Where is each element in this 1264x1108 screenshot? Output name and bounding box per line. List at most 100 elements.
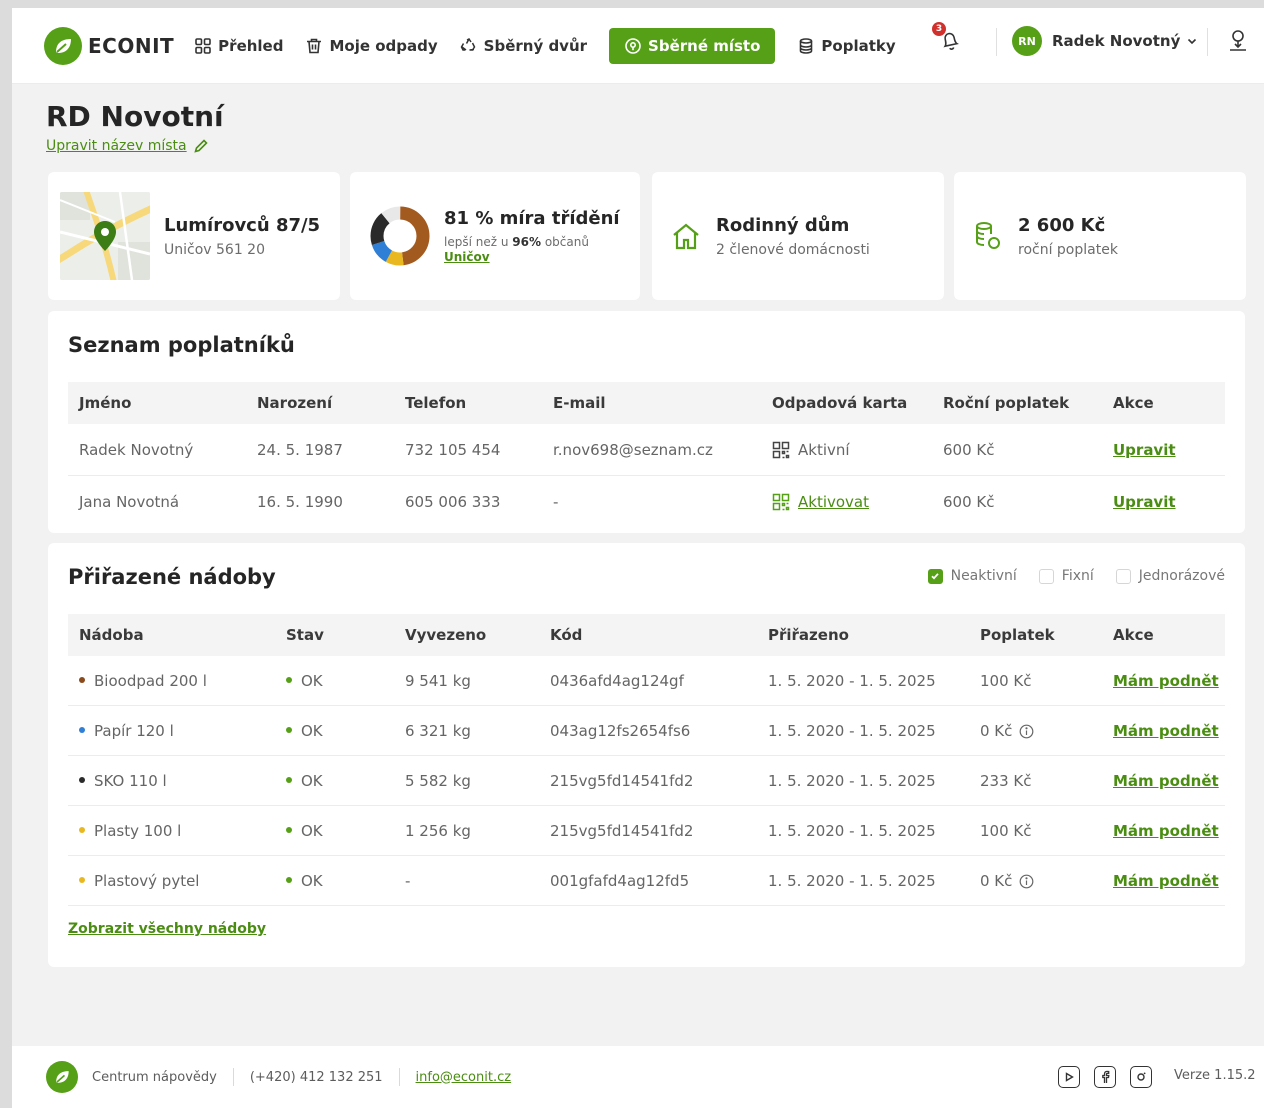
container-fee: 233 Kč xyxy=(980,756,1031,806)
container-name: Bioodpad 200 l xyxy=(79,656,207,706)
report-issue-link[interactable]: Mám podnět xyxy=(1113,856,1219,906)
notifications-button[interactable]: 3 xyxy=(932,22,964,54)
help-center-link[interactable]: Centrum nápovědy xyxy=(92,1070,217,1085)
report-issue-link[interactable]: Mám podnět xyxy=(1113,706,1219,756)
page-title: RD Novotní xyxy=(46,100,224,133)
containers-table-header: Nádoba Stav Vyvezeno Kód Přiřazeno Popla… xyxy=(68,614,1225,656)
avatar: RN xyxy=(1012,26,1042,56)
info-icon[interactable] xyxy=(1019,874,1034,889)
user-menu[interactable]: RN Radek Novotný xyxy=(1012,26,1198,56)
header-divider xyxy=(996,28,997,56)
container-weight: 6 321 kg xyxy=(405,722,471,740)
activate-card-link[interactable]: Aktivovat xyxy=(772,476,869,528)
checkbox-unchecked[interactable] xyxy=(1038,568,1054,584)
payer-birth: 24. 5. 1987 xyxy=(257,441,343,459)
table-row: Plasty 100 l OK 1 256 kg 215vg5fd14541fd2 1.… xyxy=(68,806,1225,856)
container-status: OK xyxy=(286,706,323,756)
show-all-containers-link[interactable]: Zobrazit všechny nádoby xyxy=(68,921,266,937)
grid-icon xyxy=(195,37,211,54)
rename-place-label: Upravit název místa xyxy=(46,138,187,154)
trash-icon xyxy=(307,38,322,53)
column-header: Vyvezeno xyxy=(405,626,487,644)
container-code: 215vg5fd14541fd2 xyxy=(550,822,694,840)
nav-label: Sběrný dvůr xyxy=(483,36,588,55)
payer-email: r.nov698@seznam.cz xyxy=(553,441,713,459)
fee-value: 0 Kč xyxy=(980,872,1013,890)
info-icon[interactable] xyxy=(1019,724,1034,739)
column-header: Přiřazeno xyxy=(768,626,849,644)
nav-item-my-waste[interactable]: Moje odpady xyxy=(305,28,438,64)
checkbox-checked[interactable] xyxy=(927,568,943,584)
container-name: SKO 110 l xyxy=(79,756,167,806)
house-card: Rodinný dům 2 členové domácnosti xyxy=(652,172,944,300)
table-row: Papír 120 l OK 6 321 kg 043ag12fs2654fs6 1. … xyxy=(68,706,1225,756)
address-title: Lumírovců 87/5 xyxy=(164,214,321,236)
filter-one-time[interactable]: Jednorázové xyxy=(1115,568,1225,584)
container-weight: 5 582 kg xyxy=(405,772,471,790)
payer-name: Jana Novotná xyxy=(79,493,180,511)
qr-code-icon xyxy=(772,441,790,459)
city-link[interactable]: Uničov xyxy=(444,250,620,264)
nav-item-collection-yard[interactable]: Sběrný dvůr xyxy=(460,28,587,64)
brand-logo[interactable]: ECONIT xyxy=(44,26,174,65)
facebook-icon[interactable] xyxy=(1094,1066,1116,1088)
status-label: OK xyxy=(301,872,323,890)
table-row: Jana Novotná 16. 5. 1990 605 006 333 - A… xyxy=(68,476,1225,528)
house-type: Rodinný dům xyxy=(716,214,850,236)
report-issue-link[interactable]: Mám podnět xyxy=(1113,806,1219,856)
column-header: Poplatek xyxy=(980,626,1055,644)
footer-divider xyxy=(232,1068,234,1086)
edit-payer-link[interactable]: Upravit xyxy=(1113,476,1176,528)
nav-label: Sběrné místo xyxy=(648,36,761,55)
annual-fee-label: roční poplatek xyxy=(1018,241,1118,258)
check-icon xyxy=(931,573,939,580)
checkbox-unchecked[interactable] xyxy=(1115,568,1131,584)
containers-title: Přiřazené nádoby xyxy=(68,565,276,589)
support-email-link[interactable]: info@econit.cz xyxy=(416,1070,512,1085)
youtube-icon[interactable] xyxy=(1058,1066,1080,1088)
column-header: Jméno xyxy=(79,394,132,412)
container-status: OK xyxy=(286,856,323,906)
instagram-icon[interactable] xyxy=(1130,1066,1152,1088)
column-header: Stav xyxy=(286,626,324,644)
map-thumbnail[interactable] xyxy=(60,192,150,280)
sorting-comparison: lepší než u 96% občanů xyxy=(444,235,620,249)
container-fee: 0 Kč xyxy=(980,856,1034,906)
edit-payer-link[interactable]: Upravit xyxy=(1113,424,1176,476)
leaf-logo-icon xyxy=(46,1061,78,1093)
payer-fee: 600 Kč xyxy=(943,441,995,459)
column-header: Odpadová karta xyxy=(772,394,908,412)
payers-title: Seznam poplatníků xyxy=(68,333,295,357)
column-header: Narození xyxy=(257,394,333,412)
annual-fee-amount: 2 600 Kč xyxy=(1018,214,1106,236)
status-dot xyxy=(286,776,292,783)
container-color-dot xyxy=(79,776,85,783)
filter-label: Jednorázové xyxy=(1138,568,1225,584)
column-header: Roční poplatek xyxy=(943,394,1070,412)
fee-card: 2 600 Kč roční poplatek xyxy=(954,172,1246,300)
fee-value: 100 Kč xyxy=(980,672,1032,690)
nav-item-collection-point[interactable]: Sběrné místo xyxy=(609,27,776,64)
table-row: Radek Novotný 24. 5. 1987 732 105 454 r.… xyxy=(68,424,1225,476)
rename-place-link[interactable]: Upravit název místa xyxy=(46,138,209,154)
payer-email: - xyxy=(553,493,559,511)
status-dot xyxy=(286,876,292,883)
logout-button[interactable] xyxy=(1226,28,1250,58)
report-issue-link[interactable]: Mám podnět xyxy=(1113,656,1219,706)
nav-item-overview[interactable]: Přehled xyxy=(194,28,283,64)
column-header: Telefon xyxy=(405,394,467,412)
filter-fixed[interactable]: Fixní xyxy=(1038,568,1094,584)
sorting-donut-chart xyxy=(370,206,430,266)
nav-label: Přehled xyxy=(218,36,284,55)
assignment-period: 1. 5. 2020 - 1. 5. 2025 xyxy=(768,772,936,790)
location-pin-icon xyxy=(625,37,641,54)
container-color-dot xyxy=(79,726,85,733)
report-issue-link[interactable]: Mám podnět xyxy=(1113,756,1219,806)
container-fee: 0 Kč xyxy=(980,706,1034,756)
chevron-down-icon xyxy=(1188,38,1197,45)
nav-item-fees[interactable]: Poplatky xyxy=(797,28,896,64)
filter-inactive[interactable]: Neaktivní xyxy=(927,568,1017,584)
sorting-rate-card: 81 % míra třídění lepší než u 96% občanů… xyxy=(350,172,640,300)
payer-phone: 605 006 333 xyxy=(405,493,501,511)
comparison-suffix: občanů xyxy=(544,235,589,249)
